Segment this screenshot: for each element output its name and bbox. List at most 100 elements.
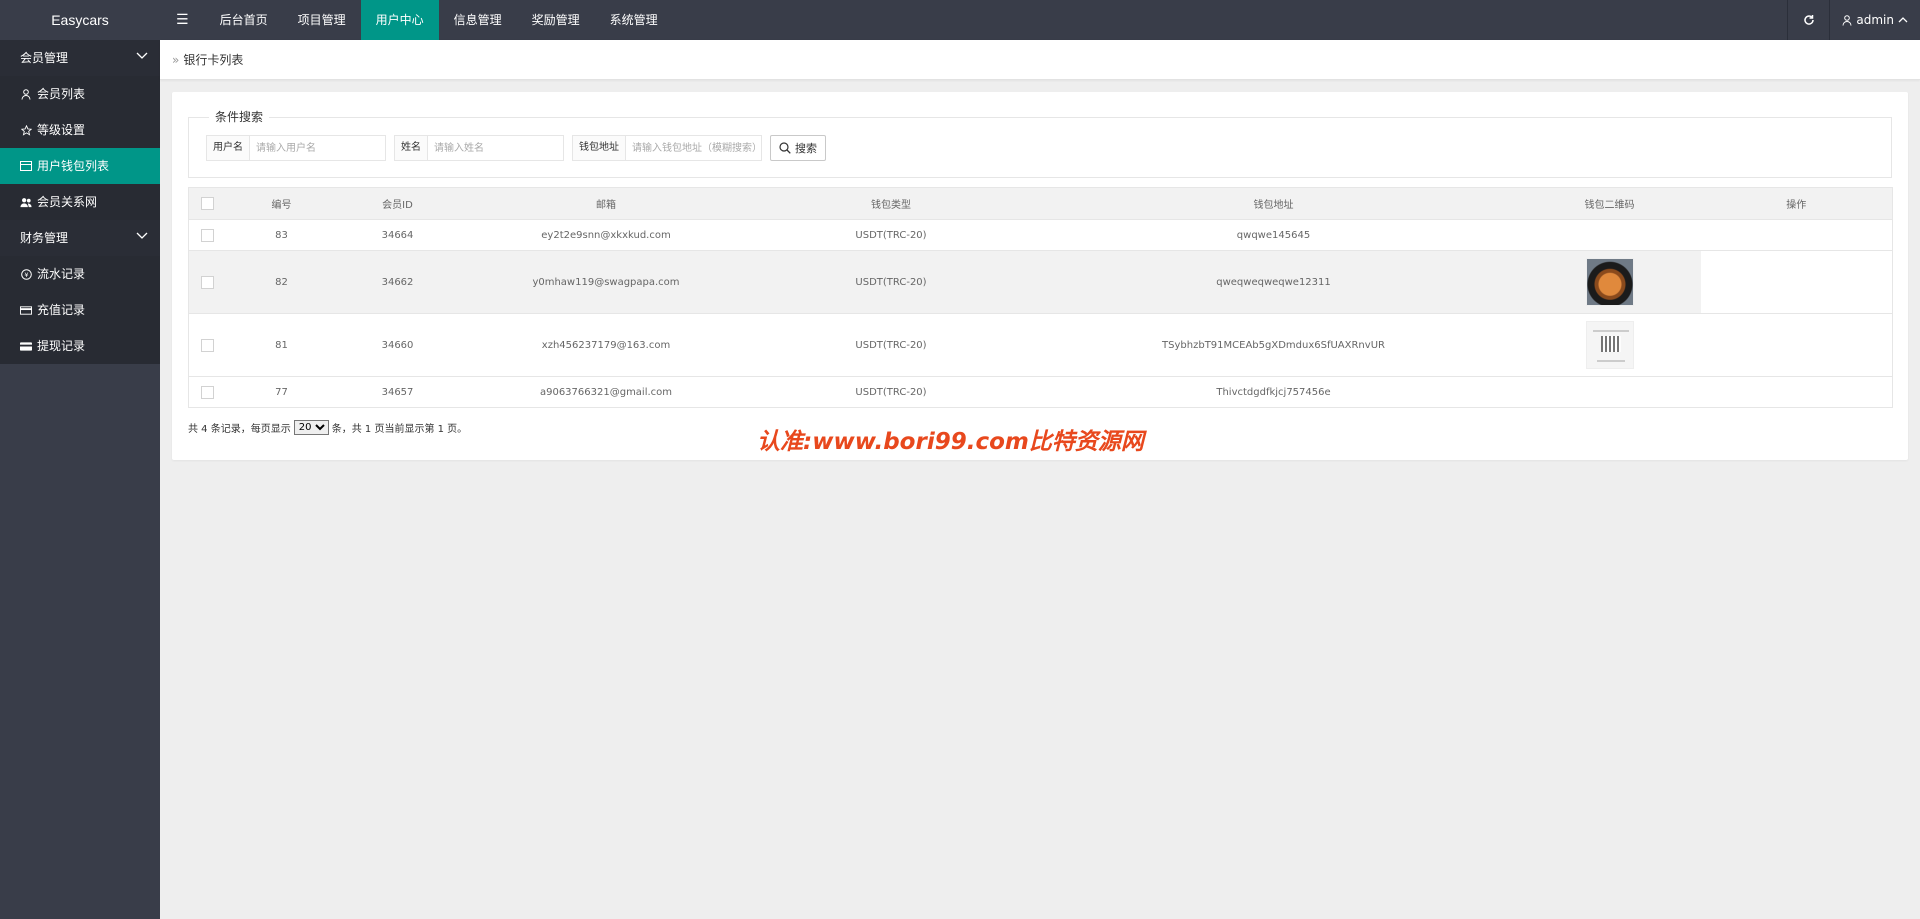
sidebar: 会员管理 会员列表 等级设置 用户钱包列表 会员关系网 财务管理 ¥ 流水记录 … xyxy=(0,40,160,919)
row-checkbox[interactable] xyxy=(201,338,215,352)
column-header: 钱包类型 xyxy=(753,187,1029,220)
column-header: 邮箱 xyxy=(458,187,754,220)
name-input[interactable] xyxy=(428,136,563,160)
column-header: 钱包地址 xyxy=(1028,187,1519,220)
nav-info[interactable]: 信息管理 xyxy=(439,0,517,40)
cell-id: 83 xyxy=(226,219,337,251)
breadcrumb-current: 银行卡列表 xyxy=(183,53,244,67)
cell-wallet-address: qwqwe145645 xyxy=(1028,219,1519,251)
table-row[interactable]: 81 34660 xzh456237179@163.com USDT(TRC-2… xyxy=(188,313,1893,377)
top-nav: ☰ 后台首页 项目管理 用户中心 信息管理 奖励管理 系统管理 xyxy=(160,0,673,40)
sidebar-group-finance[interactable]: 财务管理 xyxy=(0,220,160,256)
sidebar-item-level-settings[interactable]: 等级设置 xyxy=(0,112,160,148)
page-size-select[interactable]: 20 xyxy=(293,420,329,435)
table-header-row: 编号 会员ID 邮箱 钱包类型 钱包地址 钱包二维码 操作 xyxy=(188,187,1893,220)
cell-email: xzh456237179@163.com xyxy=(458,313,754,377)
search-row: 用户名 姓名 钱包地址 搜索 xyxy=(206,135,826,161)
pagination-suffix: 条，共 1 页当前显示第 1 页。 xyxy=(331,424,468,435)
select-all-checkbox[interactable] xyxy=(201,197,215,210)
top-right-tools: admin xyxy=(1787,0,1920,40)
username-label: 用户名 xyxy=(207,136,250,160)
cell-id: 82 xyxy=(226,250,337,314)
wallet-input[interactable] xyxy=(626,136,761,160)
sidebar-item-wallet-list[interactable]: 用户钱包列表 xyxy=(0,148,160,184)
cell-wallet-type: USDT(TRC-20) xyxy=(753,250,1029,314)
search-legend: 条件搜索 xyxy=(209,110,270,124)
sidebar-group-members[interactable]: 会员管理 xyxy=(0,40,160,76)
cell-actions xyxy=(1700,376,1893,408)
cell-qr xyxy=(1518,376,1701,408)
name-field: 姓名 xyxy=(394,135,564,161)
row-select-cell xyxy=(188,376,227,408)
row-select-cell xyxy=(188,250,227,314)
sidebar-item-member-list[interactable]: 会员列表 xyxy=(0,76,160,112)
column-header: 会员ID xyxy=(336,187,459,220)
cell-actions xyxy=(1700,313,1893,377)
cell-email: a9063766321@gmail.com xyxy=(458,376,754,408)
username-label: admin xyxy=(1856,13,1894,27)
sidebar-item-member-network[interactable]: 会员关系网 xyxy=(0,184,160,220)
sidebar-group-label: 会员管理 xyxy=(20,51,69,65)
nav-user-center[interactable]: 用户中心 xyxy=(360,0,439,40)
cell-actions xyxy=(1700,250,1893,314)
column-header: 钱包二维码 xyxy=(1518,187,1701,220)
row-checkbox[interactable] xyxy=(201,228,215,242)
username-input[interactable] xyxy=(250,136,385,160)
sidebar-item-label: 用户钱包列表 xyxy=(37,159,110,173)
sidebar-item-label: 充值记录 xyxy=(37,303,86,317)
cell-id: 81 xyxy=(226,313,337,377)
cell-wallet-address: Thivctdgdfkjcj757456e xyxy=(1028,376,1519,408)
chevron-up-icon xyxy=(1898,17,1908,23)
wallet-table: 编号 会员ID 邮箱 钱包类型 钱包地址 钱包二维码 操作 83 34664 e… xyxy=(188,187,1893,408)
refresh-icon[interactable] xyxy=(1787,0,1829,40)
star-icon xyxy=(20,124,32,136)
search-button[interactable]: 搜索 xyxy=(770,135,826,161)
sidebar-item-label: 流水记录 xyxy=(37,267,86,281)
table-row[interactable]: 83 34664 ey2t2e9snn@xkxkud.com USDT(TRC-… xyxy=(188,219,1893,251)
sidebar-item-label: 等级设置 xyxy=(37,123,86,137)
table-row[interactable]: 77 34657 a9063766321@gmail.com USDT(TRC-… xyxy=(188,376,1893,408)
cell-email: ey2t2e9snn@xkxkud.com xyxy=(458,219,754,251)
sidebar-item-withdraw-records[interactable]: 提现记录 xyxy=(0,328,160,364)
breadcrumb: » 银行卡列表 xyxy=(172,40,243,80)
cell-wallet-type: USDT(TRC-20) xyxy=(753,376,1029,408)
column-header: 编号 xyxy=(226,187,337,220)
table-row[interactable]: 82 34662 y0mhaw119@swagpapa.com USDT(TRC… xyxy=(188,250,1893,314)
menu-toggle-icon[interactable]: ☰ xyxy=(160,0,205,40)
sidebar-group-label: 财务管理 xyxy=(20,231,69,245)
sidebar-item-recharge-records[interactable]: 充值记录 xyxy=(0,292,160,328)
top-header: Easycars ☰ 后台首页 项目管理 用户中心 信息管理 奖励管理 系统管理… xyxy=(0,0,1920,40)
user-menu[interactable]: admin xyxy=(1829,0,1920,40)
qr-code-image[interactable] xyxy=(1585,321,1634,369)
cell-email: y0mhaw119@swagpapa.com xyxy=(458,250,754,314)
search-panel: 条件搜索 用户名 姓名 钱包地址 搜索 xyxy=(188,110,1892,178)
card-icon xyxy=(20,160,32,172)
pagination-prefix: 共 4 条记录，每页显示 xyxy=(188,424,291,435)
cell-member-id: 34662 xyxy=(336,250,459,314)
cell-wallet-type: USDT(TRC-20) xyxy=(753,219,1029,251)
cell-member-id: 34664 xyxy=(336,219,459,251)
coin-icon: ¥ xyxy=(20,268,32,280)
sidebar-item-label: 会员列表 xyxy=(37,87,86,101)
nav-home[interactable]: 后台首页 xyxy=(205,0,283,40)
wallet-label: 钱包地址 xyxy=(573,136,626,160)
nav-system[interactable]: 系统管理 xyxy=(595,0,673,40)
nav-projects[interactable]: 项目管理 xyxy=(283,0,361,40)
nav-rewards[interactable]: 奖励管理 xyxy=(517,0,595,40)
search-icon xyxy=(779,142,791,154)
cell-wallet-address: TSybhzbT91MCEAb5gXDmdux6SfUAXRnvUR xyxy=(1028,313,1519,377)
user-icon xyxy=(1842,14,1852,26)
row-select-cell xyxy=(188,219,227,251)
cell-id: 77 xyxy=(226,376,337,408)
sidebar-item-label: 提现记录 xyxy=(37,339,86,353)
column-header: 操作 xyxy=(1700,187,1893,220)
row-checkbox[interactable] xyxy=(201,275,215,289)
sidebar-item-flow-records[interactable]: ¥ 流水记录 xyxy=(0,256,160,292)
username-field: 用户名 xyxy=(206,135,386,161)
sidebar-item-label: 会员关系网 xyxy=(37,195,98,209)
content-card: 条件搜索 用户名 姓名 钱包地址 搜索 xyxy=(172,92,1908,460)
qr-thumbnail-image[interactable] xyxy=(1585,258,1634,306)
row-checkbox[interactable] xyxy=(201,385,215,399)
watermark-text: 认准:www.bori99.com比特资源网 xyxy=(757,429,1144,455)
row-select-cell xyxy=(188,313,227,377)
